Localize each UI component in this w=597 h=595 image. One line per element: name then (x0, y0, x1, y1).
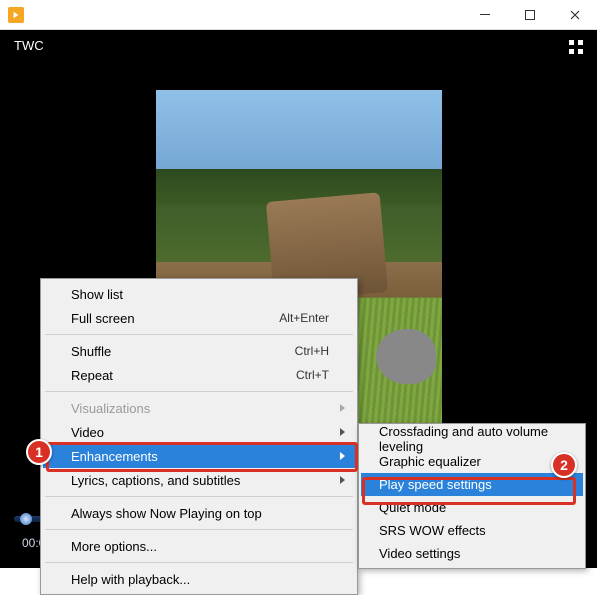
menu-repeat[interactable]: RepeatCtrl+T (43, 363, 355, 387)
annotation-badge-1: 1 (26, 439, 52, 465)
submenu-quiet-mode[interactable]: Quiet mode (361, 496, 583, 519)
chevron-right-icon (340, 404, 345, 412)
chevron-right-icon (340, 452, 345, 460)
submenu-crossfading[interactable]: Crossfading and auto volume leveling (361, 427, 583, 450)
menu-full-screen[interactable]: Full screenAlt+Enter (43, 306, 355, 330)
menu-video[interactable]: Video (43, 420, 355, 444)
menu-always-on-top[interactable]: Always show Now Playing on top (43, 501, 355, 525)
menu-more-options[interactable]: More options... (43, 534, 355, 558)
submenu-video-settings[interactable]: Video settings (361, 542, 583, 565)
annotation-badge-2: 2 (551, 452, 577, 478)
submenu-play-speed[interactable]: Play speed settings (361, 473, 583, 496)
chevron-right-icon (340, 428, 345, 436)
menu-lyrics[interactable]: Lyrics, captions, and subtitles (43, 468, 355, 492)
submenu-srs-wow[interactable]: SRS WOW effects (361, 519, 583, 542)
close-button[interactable] (552, 0, 597, 30)
menu-show-list[interactable]: Show list (43, 282, 355, 306)
video-title: TWC (14, 38, 44, 53)
player-area: TWC 00:08 Show list Full screenAlt+Enter… (0, 30, 597, 568)
minimize-button[interactable] (462, 0, 507, 30)
separator (45, 562, 353, 563)
app-icon (8, 7, 24, 23)
submenu-graphic-equalizer[interactable]: Graphic equalizer (361, 450, 583, 473)
menu-help[interactable]: Help with playback... (43, 567, 355, 591)
menu-visualizations: Visualizations (43, 396, 355, 420)
separator (45, 496, 353, 497)
menu-shuffle[interactable]: ShuffleCtrl+H (43, 339, 355, 363)
seek-handle[interactable] (20, 513, 32, 525)
separator (45, 529, 353, 530)
menu-enhancements[interactable]: Enhancements (43, 444, 355, 468)
context-menu: Show list Full screenAlt+Enter ShuffleCt… (40, 278, 358, 595)
separator (45, 334, 353, 335)
maximize-button[interactable] (507, 0, 552, 30)
titlebar (0, 0, 597, 30)
chevron-right-icon (340, 476, 345, 484)
separator (45, 391, 353, 392)
popout-icon[interactable] (569, 40, 583, 57)
enhancements-submenu: Crossfading and auto volume leveling Gra… (358, 423, 586, 569)
